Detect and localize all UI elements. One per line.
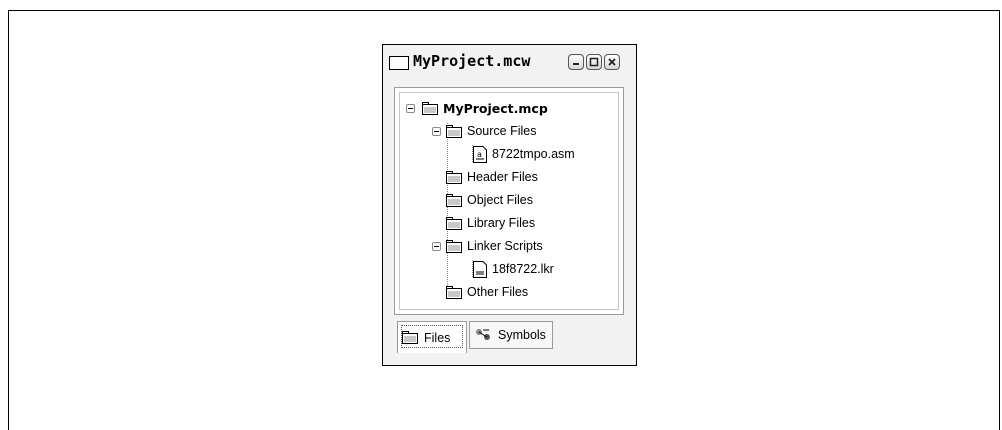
tree-item-label: 18f8722.lkr xyxy=(492,262,554,276)
tree-item-object-files[interactable]: Object Files xyxy=(446,190,533,210)
tree-item-label: Linker Scripts xyxy=(467,239,543,253)
window-icon xyxy=(389,56,409,70)
folder-icon xyxy=(446,193,462,207)
close-icon xyxy=(608,58,616,66)
collapse-toggle[interactable] xyxy=(432,242,441,251)
minimize-button[interactable] xyxy=(568,54,584,70)
title-bar[interactable]: MyProject.mcw xyxy=(383,45,636,77)
tree-item-asm-file[interactable]: a 8722tmpo.asm xyxy=(473,144,575,164)
tree-root-label: MyProject.mcp xyxy=(443,100,548,116)
folder-icon xyxy=(446,239,462,253)
tree-root[interactable]: MyProject.mcp xyxy=(422,98,548,118)
file-icon xyxy=(473,260,487,278)
tree-item-library-files[interactable]: Library Files xyxy=(446,213,535,233)
tree-item-label: Other Files xyxy=(467,285,529,299)
asm-file-icon: a xyxy=(473,145,487,163)
tree-item-source-files[interactable]: Source Files xyxy=(446,121,536,141)
minimize-icon xyxy=(573,63,579,65)
tab-symbols[interactable]: Symbols xyxy=(469,321,553,349)
tree-item-header-files[interactable]: Header Files xyxy=(446,167,538,187)
tree-item-linker-scripts[interactable]: Linker Scripts xyxy=(446,236,543,256)
tree-item-label: Header Files xyxy=(467,170,538,184)
symbols-icon xyxy=(476,329,490,340)
svg-text:a: a xyxy=(477,150,482,159)
tree-item-label: Object Files xyxy=(467,193,533,207)
folder-icon xyxy=(446,285,462,299)
folder-icon xyxy=(446,216,462,230)
folder-icon xyxy=(446,170,462,184)
project-tree[interactable]: MyProject.mcp Source Files a 8722tmpo.as… xyxy=(394,87,624,315)
tree-item-linker-file[interactable]: 18f8722.lkr xyxy=(473,259,554,279)
tree-item-other-files[interactable]: Other Files xyxy=(446,282,528,302)
collapse-toggle[interactable] xyxy=(432,127,441,136)
folder-icon xyxy=(422,101,438,115)
maximize-icon xyxy=(589,57,599,67)
project-window: MyProject.mcw MyProject.mcp Source Files… xyxy=(382,44,637,366)
tree-item-label: 8722tmpo.asm xyxy=(492,147,575,161)
tab-symbols-label: Symbols xyxy=(498,328,546,342)
window-title: MyProject.mcw xyxy=(413,52,531,70)
folder-icon xyxy=(446,124,462,138)
collapse-toggle[interactable] xyxy=(406,104,415,113)
maximize-button[interactable] xyxy=(586,54,602,70)
tab-files[interactable]: Files xyxy=(397,321,467,353)
focus-rect xyxy=(401,325,463,348)
close-button[interactable] xyxy=(604,54,620,70)
tree-item-label: Source Files xyxy=(467,124,537,138)
tree-item-label: Library Files xyxy=(467,216,536,230)
